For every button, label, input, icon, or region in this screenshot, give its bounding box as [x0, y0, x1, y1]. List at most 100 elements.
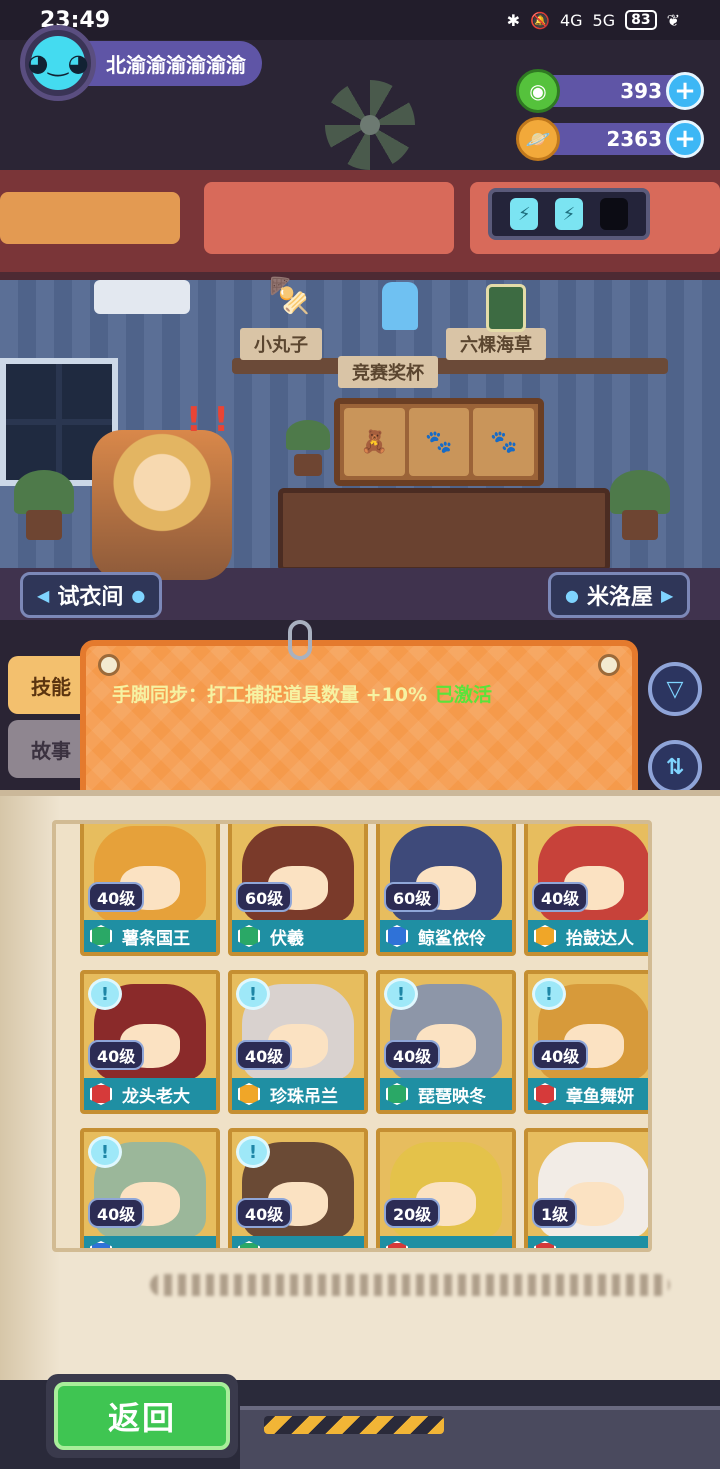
- skill-panel: [80, 640, 638, 810]
- character-card[interactable]: 1级: [524, 1128, 648, 1248]
- jar-icon[interactable]: [486, 284, 526, 332]
- notice-bubble-icon: !: [88, 978, 122, 1010]
- character-card[interactable]: ! 40级 珍珠吊兰: [228, 970, 368, 1114]
- rarity-shield-icon: [90, 1241, 112, 1248]
- rarity-shield-icon: [90, 925, 112, 947]
- player-name: 北渝渝渝渝渝渝: [76, 40, 262, 86]
- character-card[interactable]: ! 40级: [228, 1128, 368, 1248]
- alert-icon: ! !: [186, 400, 229, 440]
- character-level: 20级: [384, 1198, 441, 1228]
- trophy-icon[interactable]: [382, 282, 418, 330]
- ceiling-vent: [0, 192, 180, 244]
- display-cabinet[interactable]: 🧸 🐾 🐾: [334, 398, 544, 486]
- back-button-label: 返回: [54, 1382, 230, 1450]
- character-card[interactable]: ! 40级: [80, 1128, 220, 1248]
- character-name-bar: 伏羲: [232, 920, 364, 952]
- character-name: 琵琶映冬: [418, 1086, 486, 1107]
- back-button[interactable]: 返回: [46, 1374, 238, 1458]
- ceiling-panel: [204, 182, 454, 254]
- shelf: [232, 358, 668, 374]
- rarity-shield-icon: [534, 925, 556, 947]
- character-card[interactable]: 40级 抬鼓达人: [524, 824, 648, 956]
- character-card[interactable]: 40级 薯条国王: [80, 824, 220, 956]
- filter-button[interactable]: ▽: [648, 662, 702, 716]
- character-name: 伏羲: [270, 928, 304, 949]
- paper-clip-icon: [288, 620, 312, 660]
- milo-house-button[interactable]: ● 米洛屋 ▶: [548, 572, 691, 618]
- shelf-label-seaweed[interactable]: 六棵海草: [446, 328, 546, 360]
- desk: [278, 488, 610, 572]
- character-level: 60级: [236, 882, 293, 912]
- energy-cell-empty: ⚡: [599, 198, 628, 230]
- rarity-shield-icon: [386, 925, 408, 947]
- character-name: 鲸鲨依伶: [418, 928, 486, 949]
- character-level: 60级: [384, 882, 441, 912]
- skill-text: 手脚同步：打工捕捉道具数量 +10%: [112, 684, 428, 706]
- character-name-bar: 龙头老大: [84, 1078, 216, 1110]
- energy-cell-full: ⚡: [510, 198, 539, 230]
- sort-icon: ⇅: [665, 754, 685, 780]
- rarity-shield-icon: [534, 1083, 556, 1105]
- plant-small: [286, 420, 330, 476]
- plant-left: [14, 470, 74, 540]
- rarity-shield-icon: [534, 1241, 556, 1248]
- notice-bubble-icon: !: [384, 978, 418, 1010]
- skewer-icon[interactable]: 🍢: [268, 276, 310, 316]
- character-level: 40级: [88, 1040, 145, 1070]
- character-name: 抬鼓达人: [566, 928, 634, 949]
- character-card[interactable]: 60级鲸鲨依伶: [376, 824, 516, 956]
- fitting-room-button[interactable]: ◀ 试衣间 ●: [20, 572, 163, 618]
- status-icons: ✱ 🔕 4G 5G 83 ❦: [507, 10, 680, 30]
- sort-button[interactable]: ⇅: [648, 740, 702, 794]
- avatar[interactable]: ◕‿◕: [20, 25, 96, 101]
- bottom-bar: 返回: [0, 1374, 720, 1469]
- character-name-bar: 薯条国王: [84, 920, 216, 952]
- rarity-shield-icon: [238, 1083, 260, 1105]
- cabinet-slot: 🐾: [473, 408, 535, 476]
- character-name: 珍珠吊兰: [270, 1086, 338, 1107]
- arrow-right-icon: ▶: [660, 585, 674, 605]
- energy-cell-full: ⚡: [554, 198, 583, 230]
- character-grid: 40级 薯条国王 60级 伏羲 60级 鲸鲨依伶 40级 抬鼓达人! 40级 龙头老大! 40级 珍珠…: [56, 824, 648, 1248]
- character-name-bar: [84, 1236, 216, 1248]
- rarity-shield-icon: [386, 1083, 408, 1105]
- rarity-shield-icon: [238, 1241, 260, 1248]
- signal-5g-icon: 5G: [592, 10, 616, 30]
- add-gem-button[interactable]: +: [666, 72, 704, 110]
- character-card[interactable]: ! 40级琵琶映冬: [376, 970, 516, 1114]
- character-name-bar: 鲸鲨依伶: [380, 920, 512, 952]
- character-name-bar: 琵琶映冬: [380, 1078, 512, 1110]
- rarity-shield-icon: [90, 1083, 112, 1105]
- character-card[interactable]: ! 40级 章鱼舞妍: [524, 970, 648, 1114]
- cabinet-slot: 🐾: [408, 408, 470, 476]
- shelf-label-meatball[interactable]: 小丸子: [240, 328, 322, 360]
- character-sprite[interactable]: [92, 430, 232, 580]
- character-name-bar: 珍珠吊兰: [232, 1078, 364, 1110]
- add-planet-button[interactable]: +: [666, 120, 704, 158]
- plant-right: [610, 470, 670, 540]
- rarity-shield-icon: [238, 925, 260, 947]
- mute-icon: 🔕: [530, 10, 550, 30]
- character-card[interactable]: 60级伏羲: [228, 824, 368, 956]
- player-profile[interactable]: ◕‿◕ 北渝渝渝渝渝渝: [20, 25, 262, 101]
- dot-icon: ●: [131, 585, 146, 605]
- cabinet-slot: 🧸: [344, 408, 405, 476]
- pin-icon: [98, 654, 120, 676]
- character-name-bar: 章鱼舞妍: [528, 1078, 648, 1110]
- character-name-bar: [528, 1236, 648, 1248]
- notice-bubble-icon: !: [532, 978, 566, 1010]
- character-level: 1级: [532, 1198, 578, 1228]
- signal-4g-icon: 4G: [559, 10, 583, 30]
- currency-gem: ◉ 393 +: [516, 69, 704, 113]
- character-card[interactable]: 20级: [376, 1128, 516, 1248]
- gold-planet-icon: 🪐: [516, 117, 560, 161]
- character-name-bar: 抬鼓达人: [528, 920, 648, 952]
- skill-status: 已激活: [435, 684, 493, 706]
- character-level: 40级: [384, 1040, 441, 1070]
- energy-meter: ⚡ ⚡ ⚡: [488, 188, 650, 240]
- character-card[interactable]: ! 40级龙头老大: [80, 970, 220, 1114]
- trophy-label[interactable]: 竞赛奖杯: [338, 356, 438, 388]
- dot-icon: ●: [565, 585, 579, 605]
- bluetooth-icon: ✱: [506, 10, 521, 30]
- arrow-left-icon: ◀: [37, 585, 50, 605]
